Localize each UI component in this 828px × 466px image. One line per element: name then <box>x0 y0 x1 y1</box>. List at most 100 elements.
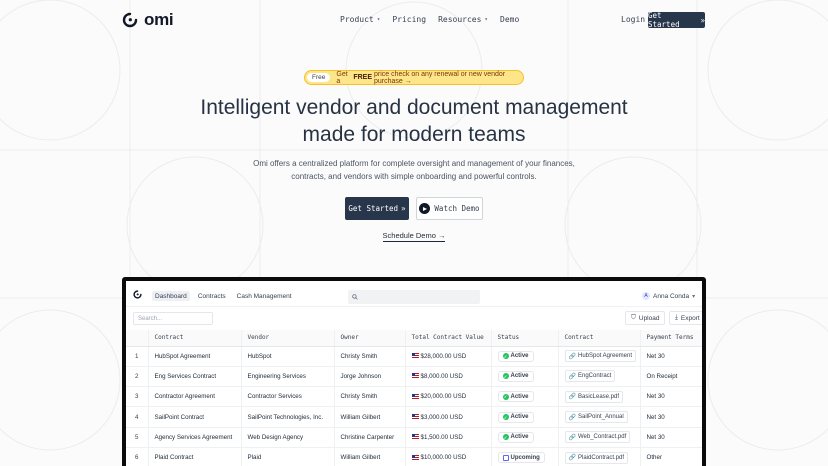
check-circle-icon: ✓ <box>502 353 509 360</box>
file-chip[interactable]: 🔗 PlaidContract.pdf <box>564 451 629 464</box>
us-flag-icon <box>411 353 419 359</box>
double-chevron-right-icon: » <box>401 204 406 213</box>
file-chip[interactable]: 🔗 BasicLease.pdf <box>564 390 624 403</box>
file-chip[interactable]: 🔗 HubSpot Agreement <box>564 350 637 363</box>
cell-status: ✓ Active <box>491 386 559 408</box>
promo-highlight: FREE <box>353 74 372 81</box>
cell-file: 🔗 EngContract <box>558 366 641 388</box>
search-icon <box>352 294 358 300</box>
contract-value: $1,500.00 USD <box>420 433 463 441</box>
avatar: A <box>642 292 650 300</box>
hero-subtitle-line1: Omi offers a centralized platform for co… <box>253 159 575 168</box>
status-badge[interactable]: ✓ Active <box>497 391 534 403</box>
us-flag-icon <box>411 393 419 399</box>
promo-banner[interactable]: Free Get a FREE price check on any renew… <box>304 70 524 85</box>
app-search-input[interactable] <box>348 290 480 304</box>
contract-value: $20,000.00 USD <box>420 393 467 401</box>
chevron-down-icon: ▾ <box>692 293 696 300</box>
file-name: HubSpot Agreement <box>577 353 633 360</box>
cell-file: 🔗 HubSpot Agreement <box>558 346 641 367</box>
logo[interactable]: omi <box>122 10 174 30</box>
column-header-value[interactable]: Total Contract Value <box>405 330 492 347</box>
cell-contract: Eng Services Contract <box>148 366 242 388</box>
nav-link-resources[interactable]: Resources ▾ <box>438 15 488 24</box>
watch-demo-button[interactable]: Watch Demo <box>416 197 483 220</box>
upload-button[interactable]: ⛉ Upload <box>625 311 666 325</box>
link-icon: 🔗 <box>568 353 576 360</box>
schedule-demo-link[interactable]: Schedule Demo → <box>382 231 446 242</box>
row-index: 2 <box>126 366 149 388</box>
vendor-name: Contractor Services <box>247 393 302 401</box>
login-link[interactable]: Login <box>621 15 645 24</box>
link-icon: 🔗 <box>568 434 576 441</box>
hero-get-started-button[interactable]: Get Started » <box>345 197 409 220</box>
cell-contract: Plaid Contract <box>148 447 242 466</box>
row-index: 5 <box>126 427 149 448</box>
cell-vendor: HubSpot <box>241 346 335 367</box>
schedule-demo-row: Schedule Demo → <box>0 231 828 242</box>
file-chip[interactable]: 🔗 EngContract <box>564 370 616 383</box>
table-row[interactable]: 3 Contractor Agreement Contractor Services… <box>126 386 702 408</box>
cell-contract: Agency Services Agreement <box>148 427 242 448</box>
status-badge[interactable]: ✓ Active <box>497 370 534 382</box>
contract-name: Eng Services Contract <box>154 372 217 380</box>
promo-text-after: price check on any renewal or new vendor… <box>373 70 506 85</box>
row-index-text: 5 <box>135 433 139 441</box>
status-badge[interactable]: ✓ Active <box>497 350 534 362</box>
row-index: 3 <box>126 386 149 408</box>
table-search-input[interactable]: Search... <box>133 312 213 325</box>
hero-subtitle-line2: contracts, and vendors with simple onboa… <box>291 172 537 181</box>
table-row[interactable]: 6 Plaid Contract Plaid William Gilbert $10,0… <box>126 447 702 466</box>
check-circle-icon: ✓ <box>502 393 509 400</box>
omi-logo-icon <box>133 290 142 299</box>
nav-get-started-button[interactable]: Get Started » <box>648 11 705 29</box>
file-chip[interactable]: 🔗 SailPoint_Annual <box>564 411 628 424</box>
nav-link-pricing[interactable]: Pricing <box>392 15 426 24</box>
nav-link-product[interactable]: Product ▾ <box>340 15 380 24</box>
row-index: 6 <box>126 447 149 466</box>
cell-vendor: Contractor Services <box>241 386 335 408</box>
column-header-contract[interactable]: Contract <box>148 330 242 347</box>
column-header-vendor[interactable]: Vendor <box>241 330 335 347</box>
cell-file: 🔗 BasicLease.pdf <box>558 386 641 408</box>
cell-terms: Net 30 <box>640 346 702 367</box>
status-badge[interactable]: Upcoming <box>497 452 545 464</box>
table-row[interactable]: 5 Agency Services Agreement Web Design Age… <box>126 427 702 448</box>
us-flag-icon <box>411 434 419 440</box>
column-header-payment-terms[interactable]: Payment Terms <box>640 330 702 347</box>
table-row[interactable]: 1 HubSpot Agreement HubSpot Christy Smith $2… <box>126 346 702 367</box>
payment-terms: Net 30 <box>646 433 665 441</box>
us-flag-icon <box>411 454 419 460</box>
cell-contract: HubSpot Agreement <box>148 346 242 367</box>
column-header-status[interactable]: Status <box>491 330 559 347</box>
nav-link-demo[interactable]: Demo <box>500 15 519 24</box>
status-badge[interactable]: ✓ Active <box>497 411 534 423</box>
table-row[interactable]: 4 SailPoint Contract SailPoint Technologie… <box>126 406 702 428</box>
cell-value: $3,000.00 USD <box>405 406 492 428</box>
status-badge[interactable]: ✓ Active <box>497 431 534 443</box>
contracts-table: Contract Vendor Owner Total Contract Val… <box>126 330 702 466</box>
download-icon: ⤓ <box>675 314 678 321</box>
tab-contracts[interactable]: Contracts <box>195 291 229 301</box>
contract-name: HubSpot Agreement <box>154 352 211 360</box>
row-index-text: 1 <box>135 352 139 360</box>
cell-owner: William Gilbert <box>334 447 406 466</box>
link-icon: 🔗 <box>568 455 576 462</box>
cell-owner: William Gilbert <box>334 406 406 428</box>
cell-status: ✓ Active <box>491 406 559 428</box>
table-row[interactable]: 2 Eng Services Contract Engineering Servic… <box>126 366 702 388</box>
file-chip[interactable]: 🔗 Web_Contract.pdf <box>564 431 631 444</box>
payment-terms: Net 30 <box>646 352 665 360</box>
tab-cash-management[interactable]: Cash Management <box>234 291 295 301</box>
row-index-text: 3 <box>135 393 139 401</box>
column-header-contract-file[interactable]: Contract <box>558 330 641 347</box>
user-menu[interactable]: A Anna Conda ▾ <box>642 292 695 300</box>
export-button[interactable]: ⤓ Export <box>669 311 702 325</box>
payment-terms: Net 30 <box>646 413 665 421</box>
column-header-owner[interactable]: Owner <box>334 330 406 347</box>
tab-dashboard[interactable]: Dashboard <box>152 291 190 301</box>
contract-value: $3,000.00 USD <box>420 413 463 421</box>
chevron-down-icon: ▾ <box>376 16 381 23</box>
app-preview: Dashboard Contracts Cash Management A An… <box>126 281 702 466</box>
cell-contract: SailPoint Contract <box>148 406 242 428</box>
